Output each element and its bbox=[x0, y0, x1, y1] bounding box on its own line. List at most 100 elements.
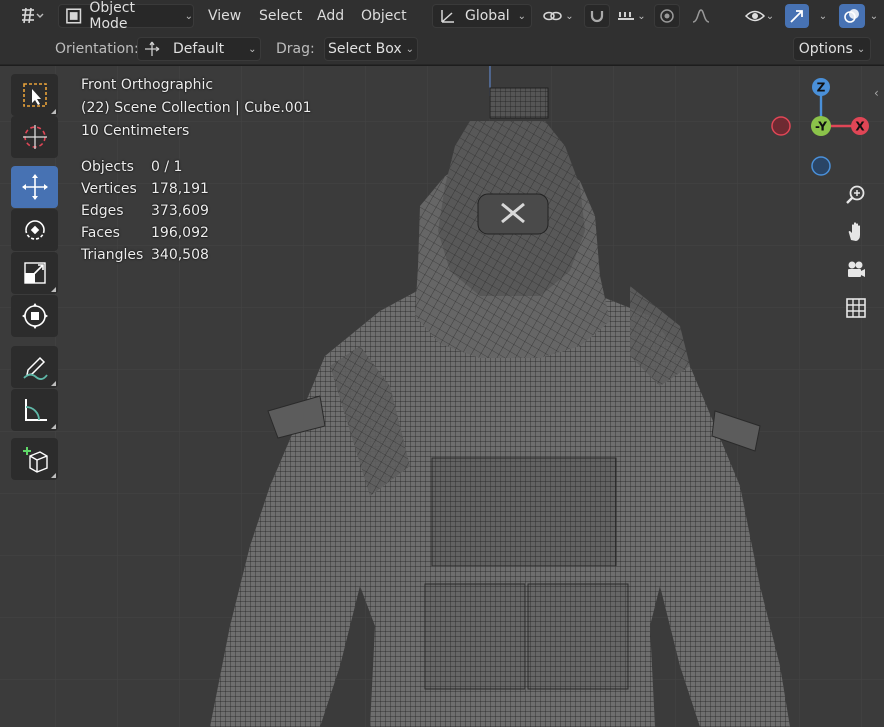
link-icon bbox=[543, 11, 563, 21]
stat-value: 340,508 bbox=[151, 247, 209, 263]
chevron-down-icon: ⌄ bbox=[869, 10, 879, 22]
drag-dropdown-value: Select Box bbox=[327, 41, 402, 57]
gizmo-y-label: -Y bbox=[815, 120, 827, 134]
tool-select-box[interactable] bbox=[11, 74, 58, 116]
chevron-down-icon: ⌄ bbox=[856, 43, 866, 55]
gizmo-x-label: X bbox=[855, 120, 865, 134]
collection-info: (22) Scene Collection | Cube.001 bbox=[81, 100, 312, 116]
snap-toggle[interactable] bbox=[584, 4, 610, 28]
gizmo-neg-z[interactable] bbox=[811, 156, 831, 176]
overlay-toggle[interactable] bbox=[839, 4, 865, 28]
menu-object[interactable]: Object bbox=[358, 4, 410, 28]
cursor-icon bbox=[22, 125, 47, 149]
add-cube-icon bbox=[22, 447, 48, 473]
menu-add[interactable]: Add bbox=[314, 4, 347, 28]
orientation-field-label: Orientation: bbox=[55, 41, 139, 57]
stat-value: 196,092 bbox=[151, 225, 209, 241]
grid-icon bbox=[845, 297, 866, 318]
gizmo-icon bbox=[790, 10, 803, 23]
magnet-icon bbox=[590, 11, 604, 23]
orientation-icon bbox=[441, 10, 454, 23]
falloff-button[interactable] bbox=[682, 4, 720, 28]
stat-label: Edges bbox=[81, 203, 124, 219]
move-icon bbox=[21, 174, 48, 200]
eye-icon bbox=[744, 10, 765, 22]
options-label: Options bbox=[798, 41, 853, 57]
tool-annotate[interactable] bbox=[11, 346, 58, 388]
overlay-icon bbox=[844, 9, 859, 23]
tool-settings-bar: Orientation: Default ⌄ Drag: Select Box … bbox=[0, 33, 884, 65]
drag-dropdown[interactable]: Select Box ⌄ bbox=[324, 37, 418, 61]
drag-field-label: Drag: bbox=[276, 41, 315, 57]
stat-value: 373,609 bbox=[151, 203, 209, 219]
mode-label: Object Mode bbox=[89, 0, 135, 32]
pan-button[interactable] bbox=[839, 215, 872, 248]
scale-icon bbox=[23, 262, 46, 284]
proportional-edit-toggle[interactable] bbox=[654, 4, 680, 28]
zoom-icon bbox=[845, 185, 864, 204]
tool-scale[interactable] bbox=[11, 252, 58, 294]
orientation-dropdown-value: Default bbox=[173, 41, 225, 57]
gizmo-dropdown[interactable]: ⌄ bbox=[810, 4, 832, 28]
menu-view[interactable]: View bbox=[205, 4, 244, 28]
orientation-icon bbox=[145, 41, 160, 56]
editor-type-icon bbox=[22, 7, 44, 24]
orientation-dropdown[interactable]: Default ⌄ bbox=[137, 37, 261, 61]
chevron-down-icon: ⌄ bbox=[405, 43, 415, 55]
navigation-gizmo[interactable]: Z X -Y bbox=[768, 74, 876, 186]
chevron-down-icon: ⌄ bbox=[248, 43, 257, 55]
tool-expand-marker bbox=[51, 287, 56, 292]
chevron-down-icon: ⌄ bbox=[637, 10, 646, 22]
annotate-icon bbox=[22, 356, 48, 380]
camera-icon bbox=[847, 261, 865, 277]
tool-add-cube[interactable] bbox=[11, 438, 58, 480]
chevron-down-icon: ⌄ bbox=[517, 10, 527, 22]
stat-label: Triangles bbox=[81, 247, 144, 263]
gizmo-toggle[interactable] bbox=[785, 4, 809, 28]
editor-type-button[interactable] bbox=[10, 4, 52, 28]
visibility-button[interactable]: ⌄ bbox=[738, 4, 780, 28]
tool-expand-marker bbox=[51, 109, 56, 114]
sidebar-toggle-icon[interactable]: ‹ bbox=[874, 86, 879, 100]
overlay-dropdown[interactable]: ⌄ bbox=[866, 4, 882, 28]
rotate-icon bbox=[24, 220, 45, 240]
tool-cursor[interactable] bbox=[11, 116, 58, 158]
pivot-button[interactable]: ⌄ bbox=[538, 4, 578, 28]
transform-orientation-dropdown[interactable]: Global ⌄ bbox=[432, 4, 532, 28]
tool-measure[interactable] bbox=[11, 389, 58, 431]
3d-viewport[interactable]: Front Orthographic (22) Scene Collection… bbox=[0, 66, 884, 727]
tool-expand-marker bbox=[51, 424, 56, 429]
snap-target-button[interactable]: ⌄ bbox=[612, 4, 650, 28]
stat-label: Vertices bbox=[81, 181, 137, 197]
menu-select[interactable]: Select bbox=[256, 4, 305, 28]
hand-icon bbox=[848, 221, 860, 241]
perspective-toggle-button[interactable] bbox=[839, 291, 872, 324]
orientation-label: Global bbox=[465, 8, 510, 24]
proportional-edit-icon bbox=[660, 9, 674, 23]
gizmo-z-label: Z bbox=[817, 81, 826, 95]
grid-scale: 10 Centimeters bbox=[81, 123, 190, 139]
options-dropdown[interactable]: Options ⌄ bbox=[793, 37, 871, 61]
viewport-header: Object Mode ⌄ View Select Add Object Glo… bbox=[0, 0, 884, 33]
zoom-button[interactable] bbox=[839, 178, 872, 211]
chevron-down-icon: ⌄ bbox=[765, 10, 775, 22]
chevron-down-icon: ⌄ bbox=[184, 10, 193, 22]
tool-expand-marker bbox=[51, 381, 56, 386]
view-name: Front Orthographic bbox=[81, 77, 214, 93]
tool-move[interactable] bbox=[11, 166, 58, 208]
stat-value: 0 / 1 bbox=[151, 159, 183, 175]
tool-expand-marker bbox=[51, 473, 56, 478]
tool-rotate[interactable] bbox=[11, 209, 58, 251]
tool-transform[interactable] bbox=[11, 295, 58, 337]
gizmo-neg-x[interactable] bbox=[771, 116, 791, 136]
snap-increment-icon bbox=[618, 12, 635, 20]
measure-icon bbox=[24, 399, 47, 421]
falloff-curve-icon bbox=[692, 9, 710, 23]
chevron-down-icon: ⌄ bbox=[565, 10, 574, 22]
transform-icon bbox=[21, 303, 48, 329]
chevron-down-icon: ⌄ bbox=[818, 10, 828, 22]
camera-view-button[interactable] bbox=[839, 253, 872, 286]
select-box-icon bbox=[22, 83, 47, 107]
mode-dropdown[interactable]: Object Mode ⌄ bbox=[58, 0, 194, 32]
stat-value: 178,191 bbox=[151, 181, 209, 197]
